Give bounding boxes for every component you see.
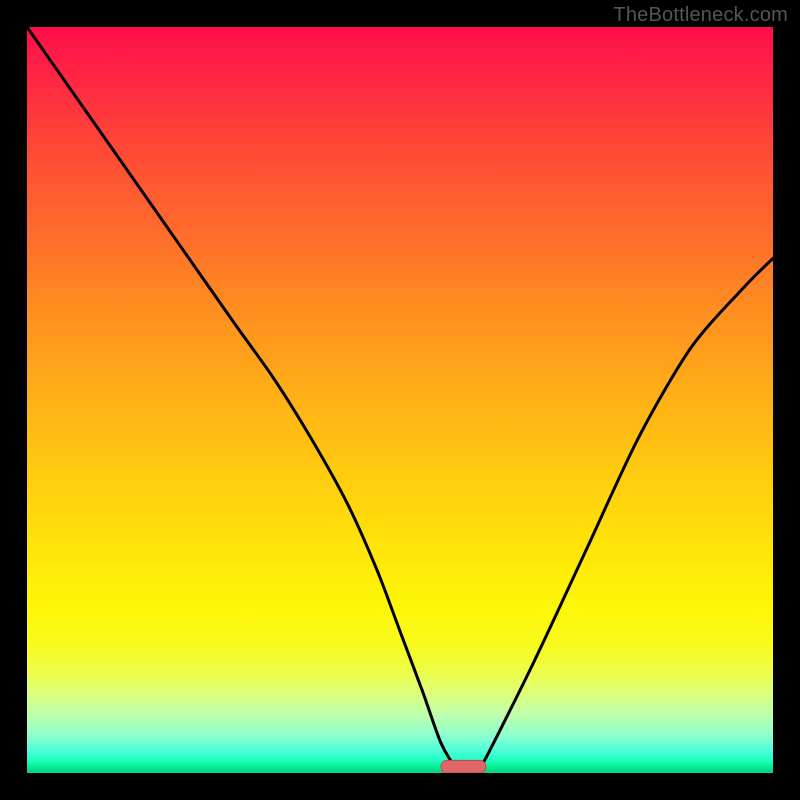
bottleneck-curve <box>27 27 773 770</box>
chart-svg <box>27 27 773 773</box>
plot-area <box>27 27 773 773</box>
watermark-text: TheBottleneck.com <box>613 4 788 27</box>
chart-frame: TheBottleneck.com <box>0 0 800 800</box>
optimal-pill <box>441 760 486 773</box>
